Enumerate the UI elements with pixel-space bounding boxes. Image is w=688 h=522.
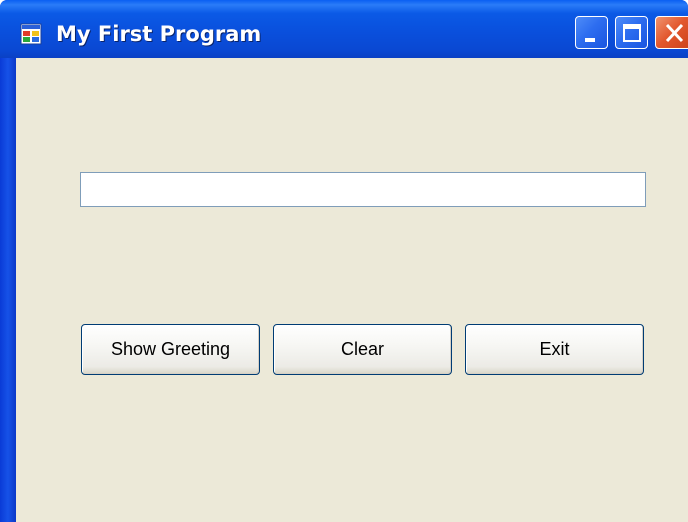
show-greeting-button[interactable]: Show Greeting	[81, 324, 260, 375]
window-title: My First Program	[56, 22, 262, 46]
minimize-icon	[585, 38, 595, 42]
greeting-textbox[interactable]	[80, 172, 646, 207]
app-form-icon[interactable]	[20, 23, 42, 45]
maximize-icon	[623, 24, 641, 42]
window-left-border	[0, 58, 16, 522]
close-icon	[665, 23, 684, 43]
maximize-button[interactable]	[615, 16, 648, 49]
title-bar[interactable]: My First Program	[0, 0, 688, 60]
app-window: My First Program Show Greeting Clear Exi…	[0, 0, 688, 522]
minimize-button[interactable]	[575, 16, 608, 49]
exit-button[interactable]: Exit	[465, 324, 644, 375]
clear-button[interactable]: Clear	[273, 324, 452, 375]
close-button[interactable]	[655, 16, 688, 49]
form-client-area	[16, 58, 688, 522]
